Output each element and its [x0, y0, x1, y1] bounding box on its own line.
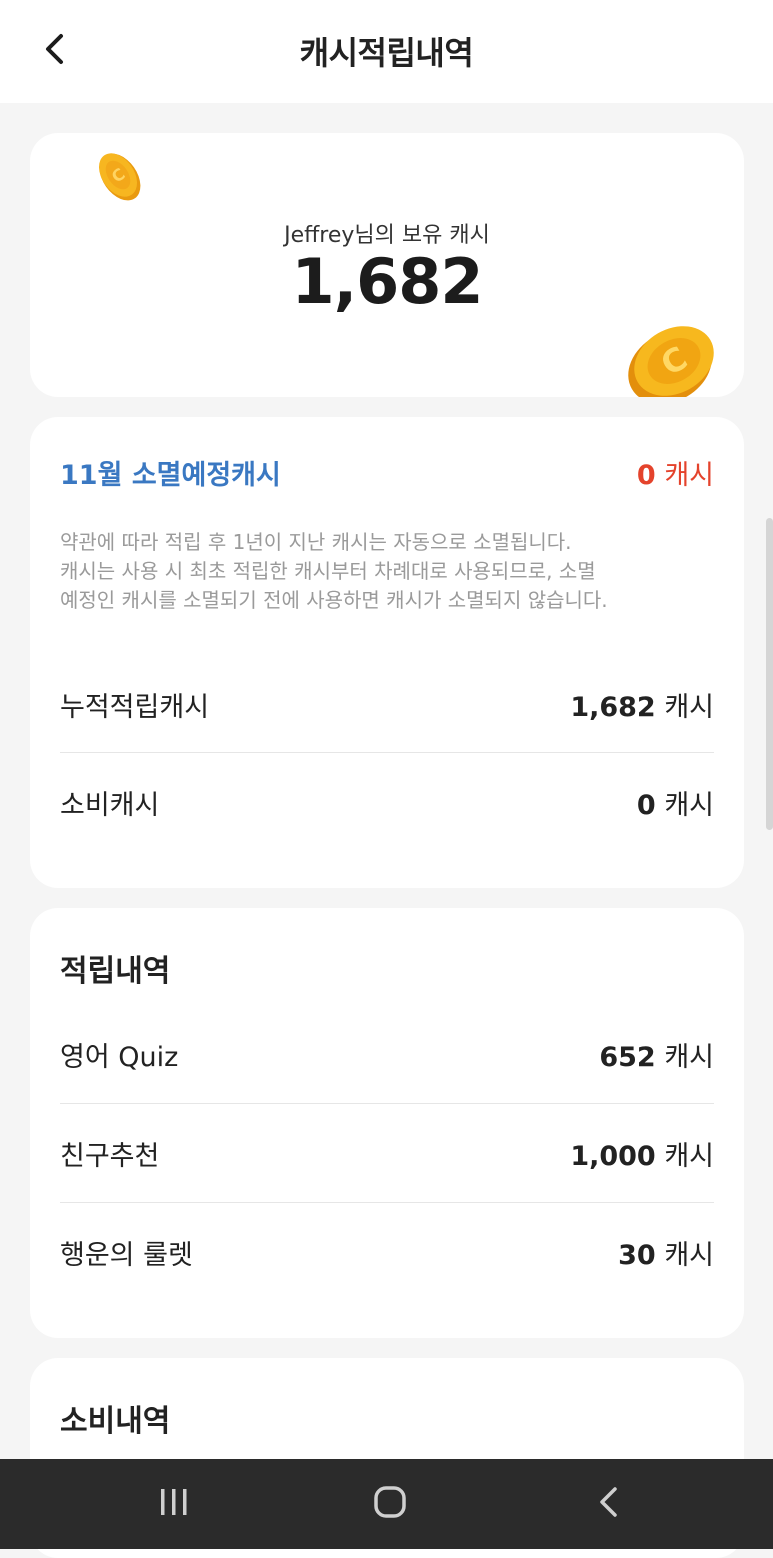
spent-cash-label: 소비캐시 [60, 789, 160, 821]
accumulated-cash-label: 누적적립캐시 [60, 691, 210, 723]
earned-item-label: 행운의 룰렛 [60, 1239, 193, 1271]
divider [60, 1202, 714, 1203]
accumulated-cash-value: 1,682 캐시 [570, 691, 714, 723]
expiring-cash-label: 11월 소멸예정캐시 [60, 459, 281, 491]
earned-item-value: 1,000 캐시 [570, 1140, 714, 1172]
expiring-cash-value: 0 캐시 [636, 459, 714, 491]
expiring-cash-row: 11월 소멸예정캐시 0 캐시 [60, 452, 714, 492]
earned-item-label: 영어 Quiz [60, 1041, 179, 1073]
earned-item-value: 30 캐시 [618, 1239, 714, 1271]
coin-icon: C [94, 151, 146, 211]
notice-line: 약관에 따라 적립 후 1년이 지난 캐시는 자동으로 소멸됩니다. [60, 530, 572, 554]
section-title: 적립내역 [60, 954, 171, 989]
spent-cash-value: 0 캐시 [636, 789, 714, 821]
nav-back-button[interactable] [578, 1481, 638, 1527]
app-header: 캐시적립내역 [0, 0, 773, 103]
home-button[interactable] [360, 1481, 420, 1527]
list-item: 친구추천 1,000 캐시 [60, 1133, 714, 1173]
notice-line: 캐시는 사용 시 최초 적립한 캐시부터 차례대로 사용되므로, 소멸 [60, 559, 596, 583]
earned-item-value: 652 캐시 [599, 1041, 714, 1073]
recents-button[interactable] [144, 1481, 204, 1527]
list-item: 영어 Quiz 652 캐시 [60, 1034, 714, 1074]
recents-icon [158, 1487, 190, 1521]
scrollbar[interactable] [766, 518, 773, 830]
list-item: 행운의 룰렛 30 캐시 [60, 1232, 714, 1272]
balance-value: 1,682 [291, 245, 483, 318]
section-title: 소비내역 [60, 1404, 171, 1439]
expiration-notice: 약관에 따라 적립 후 1년이 지난 캐시는 자동으로 소멸됩니다. 캐시는 사… [60, 528, 714, 615]
divider [60, 752, 714, 753]
system-navigation-bar [0, 1459, 773, 1549]
notice-line: 예정인 캐시를 소멸되기 전에 사용하면 캐시가 소멸되지 않습니다. [60, 588, 608, 612]
earned-item-label: 친구추천 [60, 1140, 160, 1172]
divider [60, 1103, 714, 1104]
balance-card: C Jeffrey님의 보유 캐시 1,682 C [30, 133, 744, 397]
home-icon [373, 1485, 407, 1523]
cash-summary-card: 11월 소멸예정캐시 0 캐시 약관에 따라 적립 후 1년이 지난 캐시는 자… [30, 417, 744, 888]
coin-icon: C [618, 319, 728, 397]
spent-cash-row: 소비캐시 0 캐시 [60, 782, 714, 822]
accumulated-cash-row: 누적적립캐시 1,682 캐시 [60, 684, 714, 724]
page-title: 캐시적립내역 [299, 34, 474, 72]
earned-history-card: 적립내역 영어 Quiz 652 캐시 친구추천 1,000 캐시 행운의 룰렛… [30, 908, 744, 1338]
nav-back-icon [597, 1486, 619, 1522]
